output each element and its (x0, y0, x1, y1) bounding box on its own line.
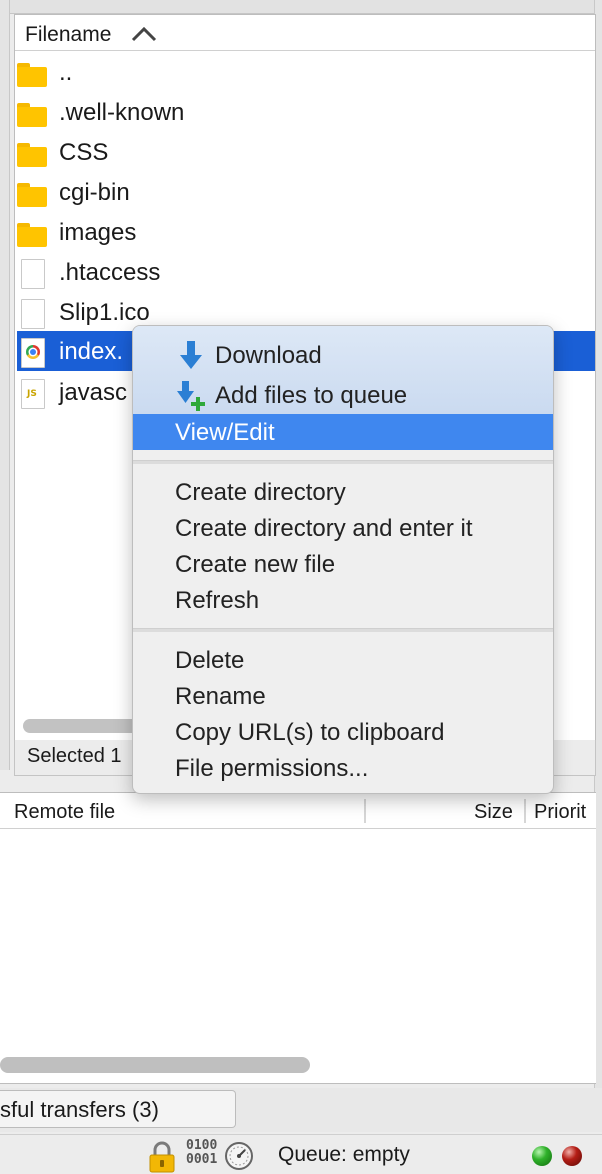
speed-limit-icon[interactable] (224, 1141, 254, 1171)
activity-led-red-icon (562, 1146, 582, 1166)
file-icon (17, 299, 47, 329)
activity-led-green-icon (532, 1146, 552, 1166)
menu-item-label: Add files to queue (215, 382, 408, 409)
menu-separator (133, 628, 553, 632)
menu-item-rename[interactable]: Rename (133, 678, 553, 714)
file-row[interactable]: .htaccess (17, 252, 595, 292)
menu-item-delete[interactable]: Delete (133, 642, 553, 678)
queue-status-text: Queue: empty (278, 1143, 410, 1166)
file-name: .well-known (59, 99, 185, 126)
menu-item-label: Refresh (175, 587, 260, 614)
status-bar: 0100 0001 Queue: empty (0, 1134, 602, 1174)
folder-icon (17, 99, 47, 127)
menu-item-create-directory-enter[interactable]: Create directory and enter it (133, 510, 553, 546)
menu-item-label: Delete (175, 647, 245, 674)
menu-item-label: Create new file (175, 551, 336, 578)
folder-icon (17, 59, 47, 87)
menu-item-label: Rename (175, 683, 266, 710)
menu-item-label: Download (215, 342, 322, 369)
transfer-queue[interactable]: Remote file Size Priorit (0, 792, 596, 1084)
file-row[interactable]: .. (17, 52, 595, 92)
menu-item-label: Create directory and enter it (175, 515, 473, 542)
file-row[interactable]: cgi-bin (17, 172, 595, 212)
file-row[interactable]: .well-known (17, 92, 595, 132)
download-arrow-icon (180, 341, 202, 369)
queue-scrollbar-thumb[interactable] (0, 1057, 310, 1073)
menu-item-file-permissions[interactable]: File permissions... (133, 750, 553, 786)
add-to-queue-icon (177, 381, 205, 411)
remote-file-column-header[interactable]: Remote file (14, 801, 115, 824)
file-row[interactable]: images (17, 212, 595, 252)
menu-item-label: Copy URL(s) to clipboard (175, 719, 445, 746)
file-name: .htaccess (59, 259, 161, 286)
binary-bottom-text: 0001 (186, 1152, 218, 1167)
filename-column-label: Filename (25, 23, 112, 46)
menu-item-label: Create directory (175, 479, 346, 506)
context-menu[interactable]: Download Add files to queue View/Edit Cr… (132, 325, 554, 794)
file-name: index. (59, 338, 124, 365)
filename-column-header[interactable]: Filename (15, 15, 595, 51)
tab-successful-transfers[interactable]: sful transfers (3) (0, 1090, 236, 1128)
sort-ascending-icon (131, 26, 157, 42)
queue-header: Remote file Size Priorit (0, 793, 596, 829)
js-file-icon: JS (17, 379, 47, 409)
folder-icon (17, 179, 47, 207)
column-separator[interactable] (364, 799, 366, 823)
menu-item-create-directory[interactable]: Create directory (133, 474, 553, 510)
file-name: CSS (59, 139, 109, 166)
menu-item-label: File permissions... (175, 755, 369, 782)
selection-status-text: Selected 1 (27, 745, 122, 767)
folder-icon (17, 139, 47, 167)
file-icon (17, 259, 47, 289)
top-strip (0, 0, 602, 14)
html-file-icon (17, 338, 47, 368)
menu-item-view-edit[interactable]: View/Edit (133, 414, 553, 450)
menu-item-label: View/Edit (175, 419, 275, 446)
menu-item-refresh[interactable]: Refresh (133, 582, 553, 618)
folder-icon (17, 219, 47, 247)
scrollbar-thumb[interactable] (23, 719, 143, 733)
file-name: Slip1.ico (59, 299, 150, 326)
file-row[interactable]: CSS (17, 132, 595, 172)
column-separator[interactable] (524, 799, 526, 823)
priority-column-header[interactable]: Priorit (534, 801, 586, 824)
binary-transfer-icon[interactable]: 0100 0001 (186, 1139, 217, 1167)
menu-item-create-new-file[interactable]: Create new file (133, 546, 553, 582)
file-name: .. (59, 59, 73, 86)
tab-label: sful transfers (3) (0, 1097, 159, 1122)
file-name: cgi-bin (59, 179, 130, 206)
size-column-header[interactable]: Size (474, 801, 513, 824)
file-name: javasc (59, 379, 128, 406)
left-pane-edge (0, 0, 10, 770)
file-name: images (59, 219, 137, 246)
menu-item-copy-url[interactable]: Copy URL(s) to clipboard (133, 714, 553, 750)
menu-item-add-to-queue[interactable]: Add files to queue (133, 377, 553, 413)
menu-separator (133, 460, 553, 464)
lock-icon[interactable] (146, 1141, 178, 1173)
queue-tab-bar: sful transfers (3) (0, 1088, 602, 1132)
menu-item-download[interactable]: Download (133, 337, 553, 373)
binary-top-text: 0100 (186, 1138, 218, 1153)
